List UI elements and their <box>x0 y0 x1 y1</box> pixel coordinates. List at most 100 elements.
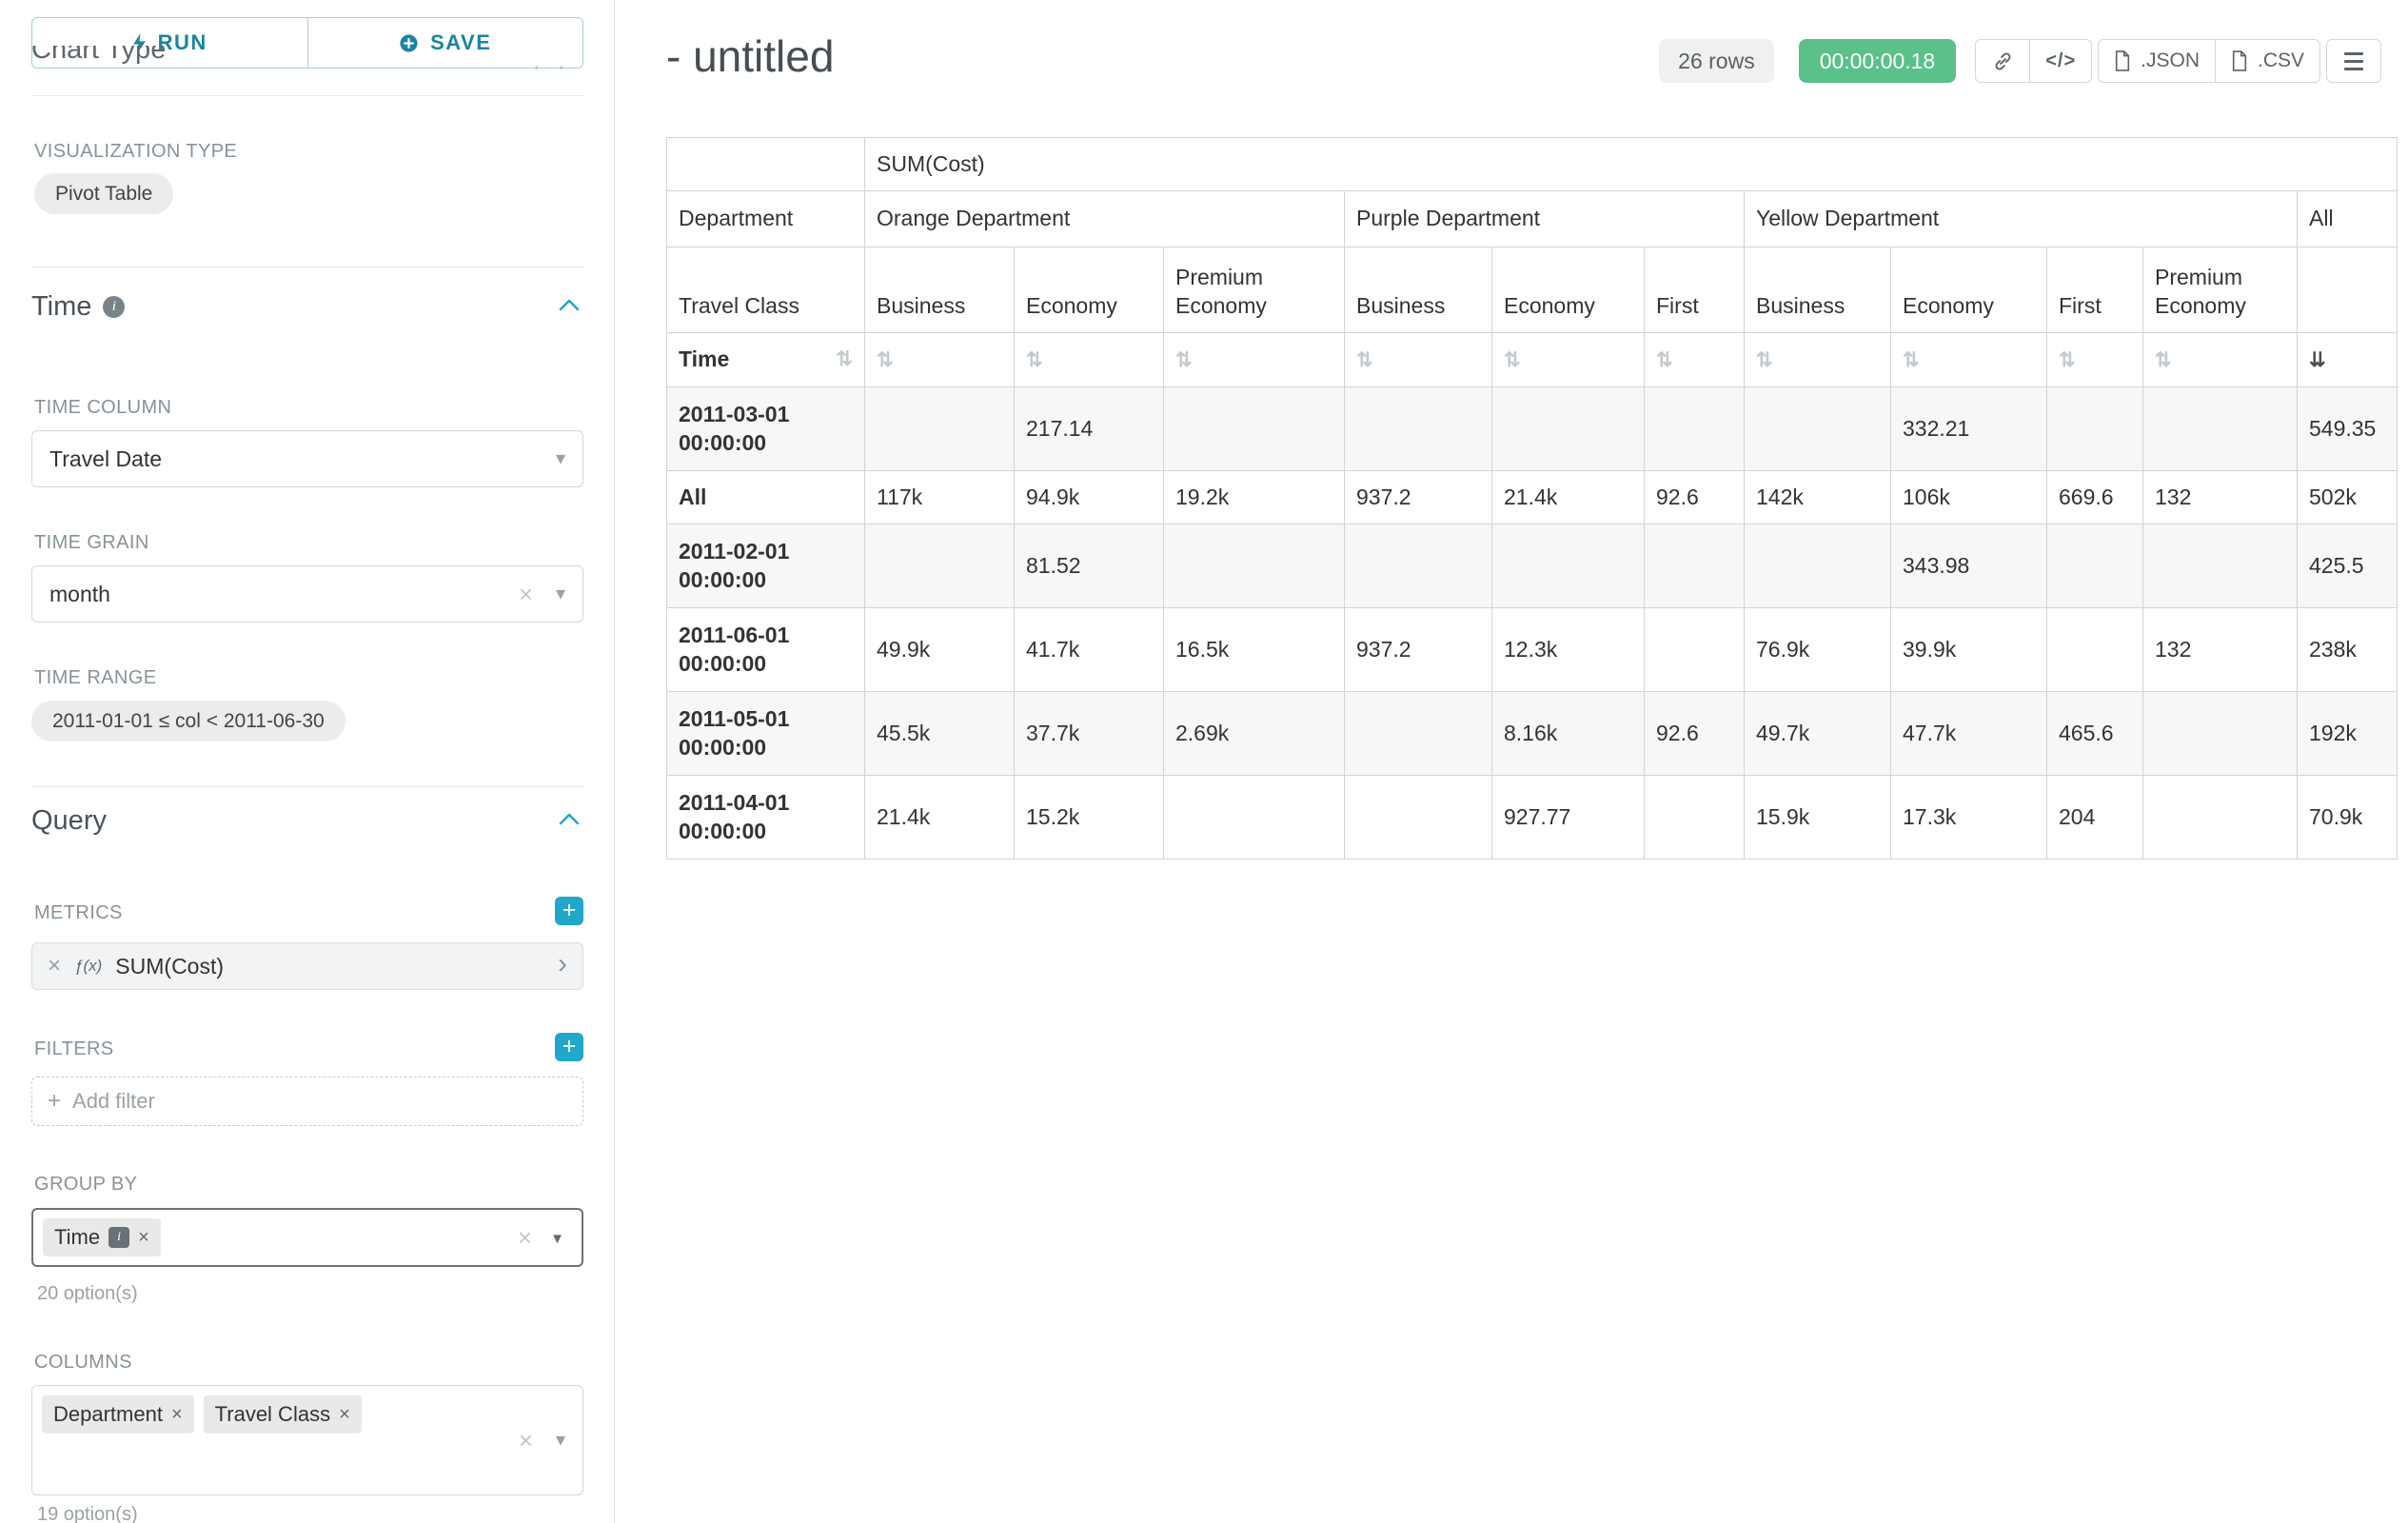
sort-header-row: Time <box>667 333 2398 387</box>
copy-link-button[interactable] <box>1975 39 2030 83</box>
sort-cell <box>2047 333 2143 387</box>
chevron-up-icon[interactable] <box>559 813 580 830</box>
sort-icon[interactable] <box>1756 349 1773 371</box>
sort-icon[interactable] <box>1504 349 1521 371</box>
column-group-header-row: Department Orange Department Purple Depa… <box>667 191 2398 247</box>
cell: 238k <box>2298 608 2398 692</box>
clear-icon[interactable] <box>518 1225 532 1250</box>
more-menu-button[interactable] <box>2326 39 2381 83</box>
chevron-right-icon <box>558 950 567 979</box>
sort-icon[interactable] <box>2059 349 2076 371</box>
column-group-orange: Orange Department <box>865 191 1345 247</box>
cell: 70.9k <box>2298 776 2398 860</box>
add-filter-button[interactable]: Add filter <box>31 1077 583 1126</box>
sort-icon[interactable] <box>1356 349 1373 371</box>
column-group-purple: Purple Department <box>1345 191 1745 247</box>
time-section-title-text: Time <box>31 291 91 323</box>
query-section-title: Query <box>31 805 107 837</box>
time-grain-select[interactable]: month <box>31 565 583 623</box>
pivot-table: SUM(Cost) Department Orange Department P… <box>666 137 2398 860</box>
remove-metric-icon[interactable] <box>48 955 61 978</box>
cell <box>2143 524 2298 608</box>
control-panel-sidebar: RUN SAVE Chart Type VISUALIZATION TYPE P… <box>0 0 615 1523</box>
columns-tag-department: Department <box>42 1395 194 1434</box>
cell: 15.2k <box>1015 776 1164 860</box>
sort-icon[interactable] <box>1026 349 1043 371</box>
cell: 937.2 <box>1345 471 1492 524</box>
cell: 106k <box>1891 471 2047 524</box>
cell: 21.4k <box>865 776 1015 860</box>
group-by-select[interactable]: Time i <box>31 1208 583 1267</box>
cell <box>1745 524 1891 608</box>
time-axis-label: Time <box>679 346 729 374</box>
chevron-up-icon[interactable] <box>559 299 580 316</box>
chart-title: - untitled <box>666 30 834 82</box>
table-row: All 117k 94.9k 19.2k 937.2 21.4k 92.6 14… <box>667 471 2398 524</box>
sort-cell <box>2143 333 2298 387</box>
clear-icon[interactable] <box>519 582 533 606</box>
cell: 8.16k <box>1492 692 1645 776</box>
cell: 332.21 <box>1891 387 2047 471</box>
export-button-group: .JSON .CSV <box>2098 39 2320 83</box>
info-icon: i <box>103 296 125 318</box>
cell: 81.52 <box>1015 524 1164 608</box>
sort-icon[interactable] <box>1175 349 1193 371</box>
metric-item[interactable]: ƒ(x) SUM(Cost) <box>31 942 583 990</box>
cell: 2.69k <box>1164 692 1345 776</box>
subcolumn-header: Premium Economy <box>1164 247 1345 333</box>
sort-icon[interactable] <box>836 349 853 369</box>
row-header: 2011-06-01 00:00:00 <box>667 608 865 692</box>
sort-cell <box>1345 333 1492 387</box>
sort-icon[interactable] <box>1656 349 1673 371</box>
caret-down-icon <box>556 584 565 603</box>
cell: 549.35 <box>2298 387 2398 471</box>
row-count-badge: 26 rows <box>1659 39 1774 83</box>
cell <box>1645 608 1745 692</box>
clear-icon[interactable] <box>519 1428 533 1453</box>
add-metric-button[interactable] <box>555 897 583 925</box>
subcolumn-header: First <box>1645 247 1745 333</box>
time-column-select[interactable]: Travel Date <box>31 430 583 487</box>
subcolumn-header: Business <box>1745 247 1891 333</box>
tag-label: Department <box>53 1402 163 1427</box>
cell <box>1345 692 1492 776</box>
sort-icon[interactable] <box>1903 349 1920 371</box>
column-info-icon[interactable]: i <box>109 1227 129 1248</box>
export-json-button[interactable]: .JSON <box>2098 39 2216 83</box>
chart-type-heading: Chart Type <box>31 46 583 66</box>
remove-tag-icon[interactable] <box>171 1405 183 1424</box>
cell: 21.4k <box>1492 471 1645 524</box>
visualization-type-pill[interactable]: Pivot Table <box>34 173 173 214</box>
sort-cell <box>1745 333 1891 387</box>
sort-cell <box>865 333 1015 387</box>
caret-down-icon <box>556 1431 565 1450</box>
remove-tag-icon[interactable] <box>138 1228 149 1247</box>
function-icon: ƒ(x) <box>74 957 102 976</box>
sort-icon[interactable] <box>2155 349 2172 371</box>
cell: 37.7k <box>1015 692 1164 776</box>
sort-desc-icon[interactable] <box>2309 349 2326 371</box>
sort-cell <box>1015 333 1164 387</box>
embed-code-button[interactable] <box>2029 39 2092 83</box>
sort-icon[interactable] <box>877 349 894 371</box>
time-grain-value: month <box>49 582 110 607</box>
sort-cell <box>2298 333 2398 387</box>
cell <box>1492 387 1645 471</box>
table-row: 2011-02-01 00:00:00 81.52 343.98 425.5 <box>667 524 2398 608</box>
cell: 94.9k <box>1015 471 1164 524</box>
cell: 49.9k <box>865 608 1015 692</box>
remove-tag-icon[interactable] <box>339 1405 350 1424</box>
cell: 17.3k <box>1891 776 2047 860</box>
cell: 76.9k <box>1745 608 1891 692</box>
travel-class-axis-label: Travel Class <box>667 247 865 333</box>
row-header: 2011-04-01 00:00:00 <box>667 776 865 860</box>
cell: 117k <box>865 471 1015 524</box>
export-csv-button[interactable]: .CSV <box>2215 39 2320 83</box>
time-range-pill[interactable]: 2011-01-01 ≤ col < 2011-06-30 <box>31 701 345 742</box>
sort-cell <box>1492 333 1645 387</box>
metric-header-row: SUM(Cost) <box>667 138 2398 191</box>
columns-select[interactable]: Department Travel Class <box>31 1385 583 1495</box>
table-row: 2011-04-01 00:00:00 21.4k 15.2k 927.77 1… <box>667 776 2398 860</box>
add-filter-plus-button[interactable] <box>555 1033 583 1061</box>
metrics-label: METRICS <box>34 902 123 924</box>
